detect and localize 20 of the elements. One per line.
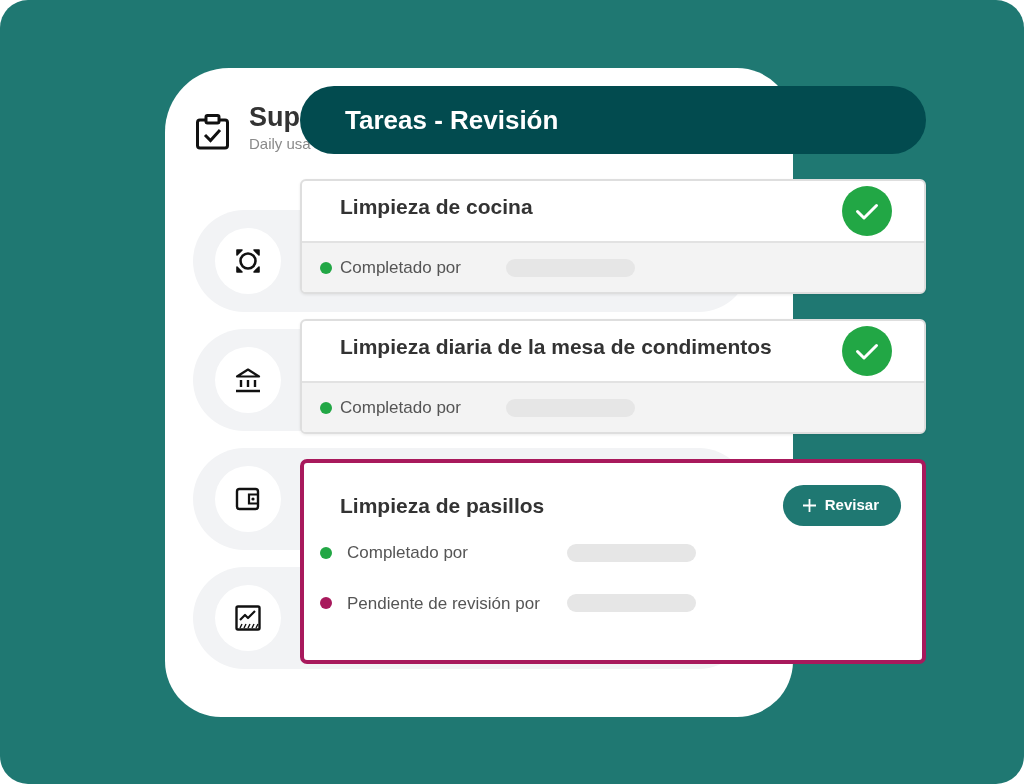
task-title: Limpieza de cocina xyxy=(340,194,533,220)
review-button[interactable]: Revisar xyxy=(782,485,901,526)
wallet-icon xyxy=(215,466,281,532)
card-subtitle: Daily usa xyxy=(249,134,311,154)
task-card[interactable]: Limpieza diaria de la mesa de condimentos Completado por xyxy=(300,319,926,434)
task-card[interactable]: Limpieza de cocina Completado por xyxy=(300,179,926,294)
focus-frame-icon xyxy=(215,228,281,294)
clipboard-check-icon xyxy=(196,114,229,150)
card-title: Sup xyxy=(249,101,301,134)
task-title: Limpieza de pasillos xyxy=(340,492,545,519)
status-label: Completado por xyxy=(340,256,462,279)
task-card[interactable]: Limpieza de pasillos Revisar Completado por Pendiente de revisión por xyxy=(300,459,926,664)
line-chart-icon xyxy=(215,585,281,651)
bank-icon xyxy=(215,347,281,413)
plus-icon xyxy=(802,499,816,512)
status-label: Completado por xyxy=(340,396,462,419)
panel-title: Tareas - Revisión xyxy=(345,103,559,137)
task-title: Limpieza diaria de la mesa de condimentos xyxy=(340,334,772,360)
status-label: Completado por xyxy=(347,542,469,564)
status-label: Pendiente de revisión por xyxy=(347,592,541,615)
